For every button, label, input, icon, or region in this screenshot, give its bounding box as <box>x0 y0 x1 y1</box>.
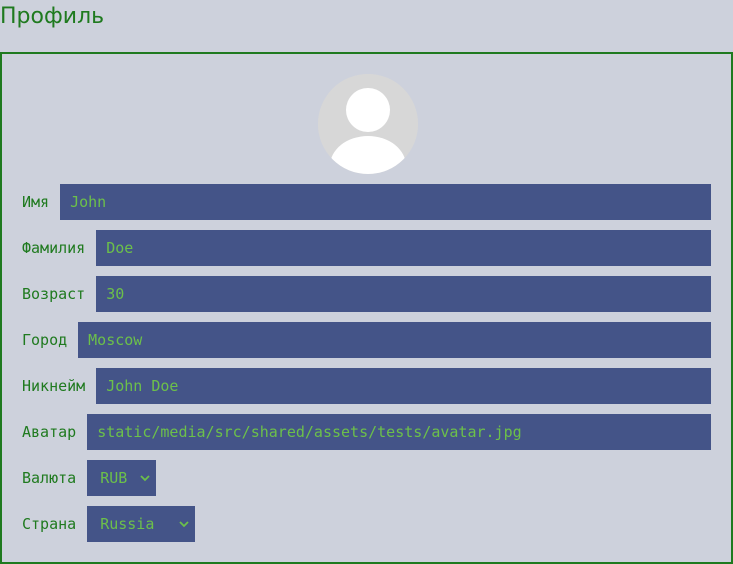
country-select[interactable]: Russia <box>87 506 196 542</box>
age-label: Возраст <box>22 285 86 303</box>
user-silhouette-icon <box>318 74 418 174</box>
avatar-url-row: Аватар static/media/src/shared/assets/te… <box>22 414 711 450</box>
first-name-row: Имя John <box>22 184 711 220</box>
city-label: Город <box>22 331 68 349</box>
last-name-input[interactable]: Doe <box>96 230 711 266</box>
first-name-input[interactable]: John <box>60 184 711 220</box>
username-row: Никнейм John Doe <box>22 368 711 404</box>
currency-label: Валюта <box>22 469 77 487</box>
country-label: Страна <box>22 515 77 533</box>
country-row: Страна Russia <box>22 506 711 542</box>
currency-selected-value: RUB <box>100 469 128 487</box>
avatar-url-label: Аватар <box>22 423 77 441</box>
page-title: Профиль <box>0 4 105 29</box>
last-name-label: Фамилия <box>22 239 86 257</box>
username-label: Никнейм <box>22 377 86 395</box>
chevron-down-icon <box>140 475 150 482</box>
avatar <box>318 74 418 174</box>
first-name-label: Имя <box>22 193 50 211</box>
currency-row: Валюта RUB <box>22 460 711 496</box>
age-row: Возраст 30 <box>22 276 711 312</box>
chevron-down-icon <box>179 521 189 528</box>
profile-card: Имя John Фамилия Doe Возраст 30 Город Mo… <box>0 52 733 564</box>
currency-select[interactable]: RUB <box>87 460 157 496</box>
country-selected-value: Russia <box>100 515 155 533</box>
username-input[interactable]: John Doe <box>96 368 711 404</box>
last-name-row: Фамилия Doe <box>22 230 711 266</box>
city-row: Город Moscow <box>22 322 711 358</box>
city-input[interactable]: Moscow <box>78 322 711 358</box>
avatar-url-input[interactable]: static/media/src/shared/assets/tests/ava… <box>87 414 711 450</box>
age-input[interactable]: 30 <box>96 276 711 312</box>
